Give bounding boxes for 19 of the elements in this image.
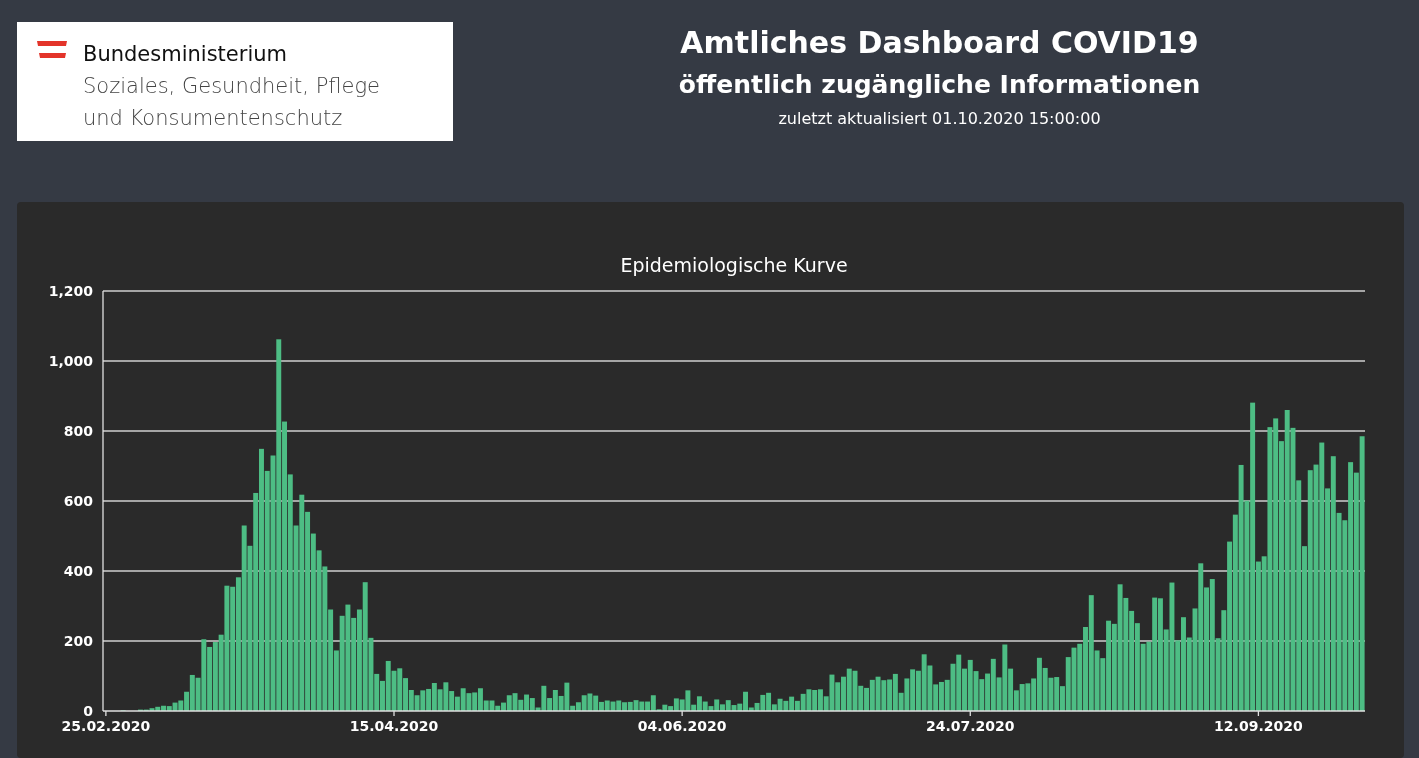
logo-text-line: und Konsumentenschutz [83,105,344,132]
chart-title: Epidemiologische Kurve [620,254,848,276]
last-updated-text: zuletzt aktualisiert 01.10.2020 15:00:00 [778,109,1101,128]
x-axis-label: 12.09.2020 [1214,718,1303,734]
x-axis-label: 15.04.2020 [349,718,439,734]
y-axis-label: 800 [63,423,93,439]
logo-text-line: Bundesministerium [83,41,288,68]
logo-text-line: Soziales, Gesundheit, Pflege [83,73,380,100]
y-axis-label: 1,000 [48,353,93,369]
y-axis-label: 400 [63,563,93,579]
x-axis-label: 25.02.2020 [61,718,151,734]
y-axis-label: 600 [63,493,93,509]
x-axis-label: 04.06.2020 [637,718,727,734]
y-axis-label: 0 [83,703,93,719]
y-axis-label: 200 [63,633,93,649]
x-axis-label: 24.07.2020 [926,718,1015,734]
dashboard-subtitle: öffentlich zugängliche Informationen [678,70,1201,99]
dashboard-title: Amtliches Dashboard COVID19 [680,25,1199,60]
y-axis-label: 1,200 [48,283,93,299]
